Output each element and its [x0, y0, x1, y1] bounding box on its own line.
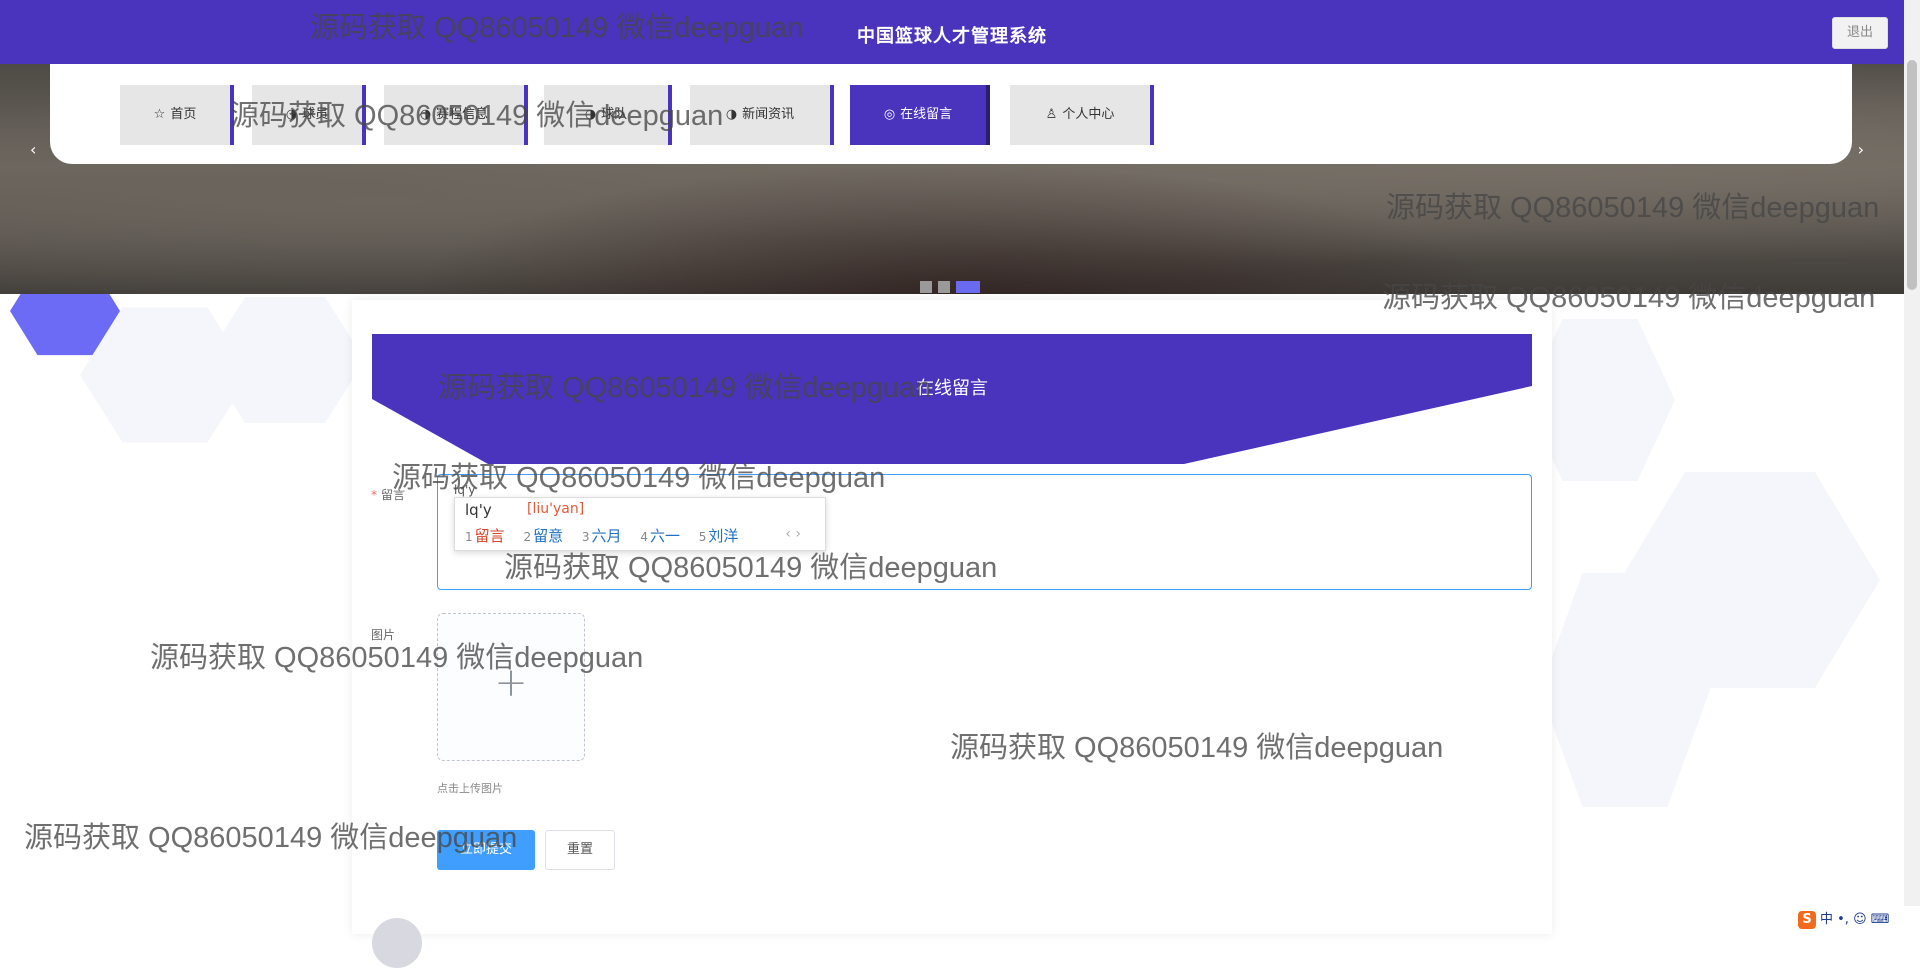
- candidate-number: 5: [698, 530, 707, 544]
- nav-item-teams[interactable]: ◑ 球队: [544, 85, 672, 145]
- ime-status-tray[interactable]: S 中 •, ☺ ⌨: [1790, 906, 1920, 934]
- plus-icon: +: [494, 660, 528, 706]
- star-icon: ☆: [153, 107, 166, 122]
- ime-page-arrows-icon[interactable]: ‹ ›: [785, 526, 801, 542]
- ime-candidates: 1 留言 2 留意 3 六月 4 六一 5 刘洋: [465, 525, 752, 546]
- message-icon: ◎: [883, 107, 896, 122]
- ime-candidate[interactable]: 2 留意: [523, 527, 563, 545]
- page-scrollbar[interactable]: [1904, 0, 1920, 934]
- page-title: 在线留言: [916, 378, 988, 399]
- nav-item-players[interactable]: ◑ 球员: [252, 85, 366, 145]
- message-textarea[interactable]: lq'y lq'y [liu'yan] 1 留言 2 留意 3 六月 4 六一 5 刘洋 …: [437, 474, 1532, 590]
- nav-item-label: 新闻资讯: [742, 107, 795, 122]
- message-form-card: 在线留言 * 留言 lq'y lq'y [liu'yan] 1 留言 2 留意 3 六月…: [352, 300, 1552, 968]
- avatar: [372, 918, 422, 968]
- reset-button[interactable]: 重置: [545, 830, 615, 870]
- candidate-text: 六一: [649, 527, 680, 545]
- carousel-next-icon[interactable]: ›: [1858, 140, 1864, 159]
- nav-item-schedule[interactable]: ◑ 赛程信息: [384, 85, 528, 145]
- carousel-indicators: [920, 276, 986, 294]
- ime-composition: lq'y: [465, 501, 492, 519]
- nav-item-label: 首页: [170, 107, 197, 122]
- typed-text: lq'y: [454, 483, 476, 497]
- logout-button[interactable]: 退出: [1832, 17, 1888, 49]
- nav-item-profile[interactable]: ♙ 个人中心: [1010, 85, 1154, 145]
- candidate-number: 4: [640, 530, 648, 544]
- nav-item-label: 个人中心: [1062, 107, 1115, 122]
- candidate-text: 刘洋: [708, 527, 739, 545]
- nav-icon: ◑: [725, 107, 738, 122]
- carousel-dot[interactable]: [920, 280, 932, 293]
- sogou-ime-icon[interactable]: S: [1798, 911, 1816, 929]
- nav-item-home[interactable]: ☆ 首页: [120, 85, 234, 145]
- candidate-number: 2: [523, 530, 532, 544]
- nav-bar: ☆ 首页 ◑ 球员 ◑ 赛程信息 ◑ 球队 ◑ 新闻资讯 ◎ 在线留言 ♙ 个人中心: [50, 64, 1852, 164]
- nav-item-label: 球队: [601, 107, 628, 122]
- message-label-text: 留言: [381, 488, 406, 502]
- nav-item-messages[interactable]: ◎ 在线留言: [850, 85, 990, 145]
- card-header: 在线留言: [372, 334, 1532, 464]
- carousel-dot[interactable]: [938, 280, 950, 293]
- ime-candidate[interactable]: 5 刘洋: [699, 527, 739, 545]
- nav-item-label: 赛程信息: [436, 107, 489, 122]
- ime-candidate[interactable]: 1 留言: [465, 527, 505, 545]
- candidate-text: 留言: [474, 527, 505, 545]
- carousel-prev-icon[interactable]: ‹: [30, 140, 36, 159]
- ime-candidate-popup: lq'y [liu'yan] 1 留言 2 留意 3 六月 4 六一 5 刘洋 ‹ ›: [454, 497, 826, 551]
- nav-icon: ◑: [584, 107, 597, 122]
- candidate-text: 留意: [533, 527, 564, 545]
- candidate-number: 3: [581, 530, 590, 544]
- nav-item-news[interactable]: ◑ 新闻资讯: [690, 85, 834, 145]
- top-bar: 中国篮球人才管理系统 退出: [0, 0, 1904, 64]
- required-mark: *: [371, 488, 377, 502]
- ime-candidate[interactable]: 4 六一: [640, 527, 680, 545]
- candidate-text: 六月: [591, 527, 622, 545]
- nav-icon: ◑: [285, 107, 298, 122]
- decor-hexagon: [205, 297, 365, 423]
- ime-pinyin: [liu'yan]: [527, 501, 585, 517]
- message-label: * 留言: [371, 486, 405, 503]
- image-upload[interactable]: +: [437, 613, 585, 761]
- carousel-dot-active[interactable]: [956, 280, 980, 293]
- nav-item-label: 在线留言: [900, 107, 953, 122]
- nav-icon: ◑: [419, 107, 432, 122]
- upload-tip: 点击上传图片: [437, 782, 503, 795]
- scrollbar-thumb[interactable]: [1907, 60, 1917, 290]
- ime-candidate[interactable]: 3 六月: [582, 527, 622, 545]
- ime-status-icons[interactable]: 中 •, ☺ ⌨: [1820, 912, 1890, 927]
- image-label: 图片: [371, 628, 396, 642]
- submit-button[interactable]: 立即提交: [437, 830, 535, 870]
- candidate-number: 1: [465, 530, 473, 544]
- nav-item-label: 球员: [302, 107, 329, 122]
- user-icon: ♙: [1045, 107, 1058, 122]
- site-title: 中国篮球人才管理系统: [857, 26, 1047, 47]
